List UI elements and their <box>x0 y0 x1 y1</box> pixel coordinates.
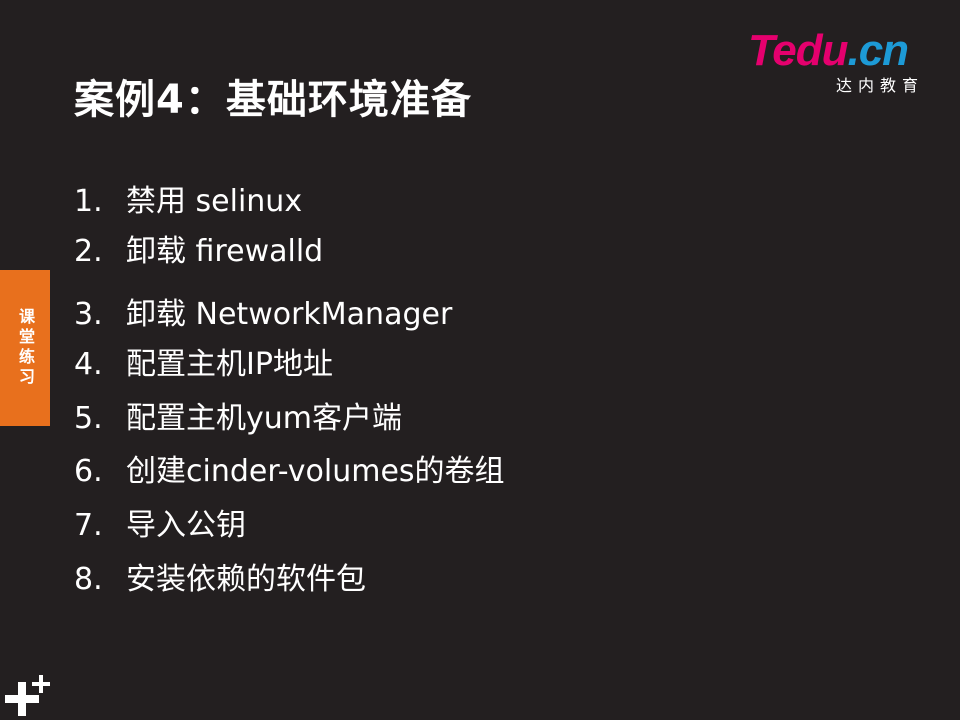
logo-wordmark: Tedu.cn <box>748 26 909 76</box>
list-item: 3. 卸载 NetworkManager <box>74 295 452 335</box>
list-item-number: 2. <box>74 234 103 269</box>
list-item-text: 卸载 NetworkManager <box>126 297 453 332</box>
logo-suffix: .cn <box>847 26 909 75</box>
list-item: 8. 安装依赖的软件包 <box>74 560 366 600</box>
list-item: 7. 导入公钥 <box>74 506 246 546</box>
slide-title: 案例4：基础环境准备 <box>74 77 472 123</box>
plus-cluster-icon <box>5 675 50 716</box>
list-item-text: 配置主机IP地址 <box>126 347 333 382</box>
list-item-text: 配置主机yum客户端 <box>126 401 402 436</box>
list-item-number: 8. <box>74 562 103 597</box>
list-item-number: 7. <box>74 508 103 543</box>
list-item-number: 1. <box>74 184 103 219</box>
list-item: 6. 创建cinder-volumes的卷组 <box>74 452 505 492</box>
logo-subtitle: 达内教育 <box>835 76 924 95</box>
list-item-text: 卸载 firewalld <box>126 234 324 269</box>
list-item-text: 创建cinder-volumes的卷组 <box>126 454 505 489</box>
list-item-number: 6. <box>74 454 103 489</box>
list-item-text: 安装依赖的软件包 <box>126 562 366 597</box>
list-item: 1. 禁用 selinux <box>74 182 302 222</box>
list-item-text: 导入公钥 <box>126 508 246 543</box>
list-item-number: 5. <box>74 401 103 436</box>
list-item: 5. 配置主机yum客户端 <box>74 399 402 439</box>
list-item: 2. 卸载 firewalld <box>74 232 323 272</box>
list-item-number: 4. <box>74 347 103 382</box>
side-tab-label: 课堂练习 <box>16 308 35 388</box>
list-item-text: 禁用 selinux <box>126 184 303 219</box>
side-tab: 课堂练习 <box>0 270 50 426</box>
logo-brand: Tedu <box>748 26 848 75</box>
list-item: 4. 配置主机IP地址 <box>74 345 333 385</box>
list-item-number: 3. <box>74 297 103 332</box>
tedu-logo: Tedu.cn 达内教育 <box>748 26 938 100</box>
